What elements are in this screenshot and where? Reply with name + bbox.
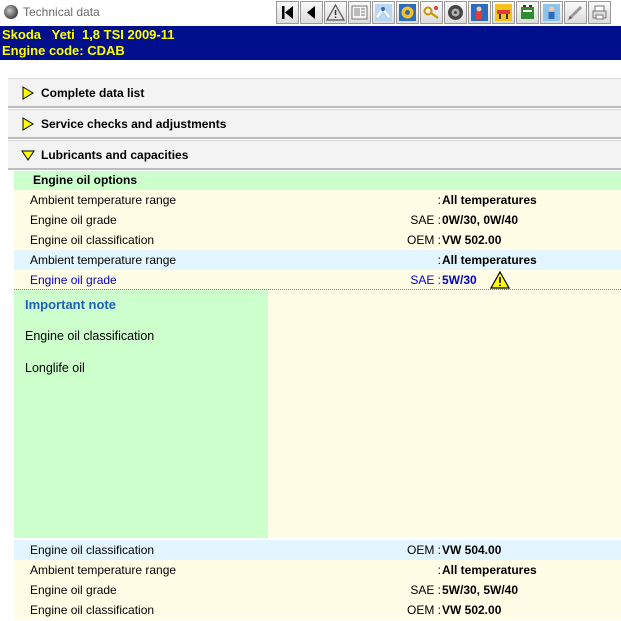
document-icon	[351, 5, 368, 20]
title-bar: Technical data	[0, 0, 621, 26]
row-value: VW 502.00	[442, 233, 502, 247]
person-button[interactable]	[540, 1, 563, 24]
key-button[interactable]	[420, 1, 443, 24]
window-title: Technical data	[23, 5, 100, 19]
section-complete-data-list[interactable]: Complete data list	[8, 78, 621, 108]
warning-button[interactable]	[324, 1, 347, 24]
warning-icon[interactable]	[490, 271, 510, 289]
mechanic-button[interactable]	[468, 1, 491, 24]
row-prefix: OEM :	[406, 543, 441, 557]
row-label: Ambient temperature range	[30, 253, 177, 267]
lift-icon	[375, 4, 392, 21]
data-row: Ambient temperature range : All temperat…	[14, 560, 621, 580]
lift-button[interactable]	[372, 1, 395, 24]
app-icon	[4, 5, 18, 19]
tire-button[interactable]	[444, 1, 467, 24]
section-label: Complete data list	[41, 85, 145, 100]
note-title: Important note	[25, 297, 116, 312]
row-label: Engine oil grade	[30, 583, 117, 597]
row-value: All temperatures	[442, 253, 537, 267]
row-prefix: :	[437, 253, 441, 267]
wheel-gear-icon	[399, 4, 416, 21]
note-area: Important note Engine oil classification…	[14, 290, 621, 538]
note-text: Engine oil classification	[25, 329, 155, 343]
selected-data-row[interactable]: Engine oil grade SAE : 5W/30	[14, 270, 621, 290]
battery-button[interactable]	[516, 1, 539, 24]
row-label: Engine oil classification	[30, 543, 155, 557]
back-button[interactable]	[300, 1, 323, 24]
row-label: Engine oil classification	[30, 603, 155, 617]
section-label: Lubricants and capacities	[41, 147, 189, 162]
row-label: Ambient temperature range	[30, 193, 177, 207]
first-page-button[interactable]	[276, 1, 299, 24]
section-service-checks[interactable]: Service checks and adjustments	[8, 109, 621, 139]
row-prefix: SAE :	[410, 213, 441, 227]
document-button[interactable]	[348, 1, 371, 24]
row-prefix: :	[437, 193, 441, 207]
row-value: 0W/30, 0W/40	[442, 213, 519, 227]
print-icon	[592, 5, 607, 20]
battery-icon	[521, 5, 534, 19]
row-value: VW 504.00	[442, 543, 502, 557]
pen-button[interactable]	[564, 1, 587, 24]
row-prefix: SAE :	[410, 583, 441, 597]
note-text: Longlife oil	[25, 361, 85, 375]
row-label: Engine oil grade	[30, 213, 117, 227]
row-prefix: :	[437, 563, 441, 577]
data-row: Ambient temperature range : All temperat…	[14, 190, 621, 210]
spacer	[0, 60, 621, 78]
important-note: Important note Engine oil classification…	[14, 290, 268, 538]
group-heading: Engine oil options	[14, 171, 621, 190]
row-value: All temperatures	[442, 563, 537, 577]
key-icon	[423, 6, 439, 19]
row-prefix: SAE :	[410, 273, 441, 287]
lubricants-button[interactable]	[396, 1, 419, 24]
row-label: Ambient temperature range	[30, 563, 177, 577]
row-value: 5W/30	[442, 273, 477, 287]
vehicle-model: Skoda Yeti 1,8 TSI 2009-11	[2, 27, 175, 42]
back-icon	[307, 6, 315, 19]
car-lift-icon	[495, 4, 512, 21]
vehicle-header: Skoda Yeti 1,8 TSI 2009-11 Engine code: …	[0, 26, 621, 60]
warning-icon	[326, 3, 345, 21]
row-value: All temperatures	[442, 193, 537, 207]
row-label: Engine oil classification	[30, 233, 155, 247]
pen-icon	[568, 5, 583, 20]
tire-icon	[448, 5, 463, 20]
row-prefix: OEM :	[406, 233, 441, 247]
data-row: Engine oil grade SAE : 5W/30, 5W/40	[14, 580, 621, 600]
section-label: Service checks and adjustments	[41, 116, 227, 131]
data-row: Ambient temperature range : All temperat…	[14, 250, 621, 270]
data-row: Engine oil grade SAE : 0W/30, 0W/40	[14, 210, 621, 230]
row-value: 5W/30, 5W/40	[442, 583, 519, 597]
first-icon	[282, 6, 293, 19]
arrow-down-icon	[21, 148, 35, 162]
mechanic-icon	[471, 4, 488, 21]
row-value: VW 502.00	[442, 603, 502, 617]
engine-code: Engine code: CDAB	[2, 43, 125, 58]
section-lubricants[interactable]: Lubricants and capacities	[8, 140, 621, 170]
toolbar	[276, 1, 612, 24]
print-button[interactable]	[588, 1, 611, 24]
person-icon	[543, 4, 560, 21]
arrow-right-icon	[21, 85, 35, 100]
data-row: Engine oil classification OEM : VW 502.0…	[14, 230, 621, 250]
data-row: Engine oil classification OEM : VW 504.0…	[14, 540, 621, 560]
row-label: Engine oil grade	[30, 273, 117, 287]
arrow-right-icon	[21, 116, 35, 131]
car-lift-button[interactable]	[492, 1, 515, 24]
row-prefix: OEM :	[406, 603, 441, 617]
data-row: Engine oil classification OEM : VW 502.0…	[14, 600, 621, 620]
